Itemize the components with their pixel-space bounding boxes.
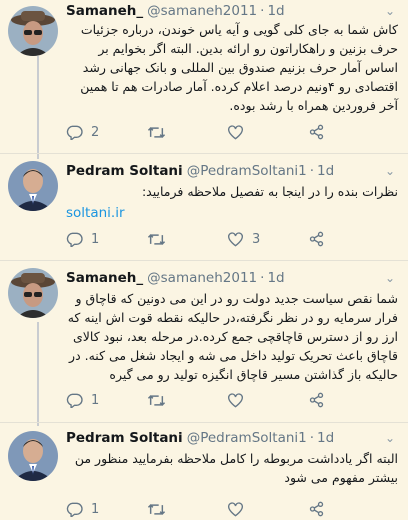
- retweet-button[interactable]: [147, 502, 228, 517]
- tweet[interactable]: Samaneh_ @samaneh2011 · 1d ⌄ کاش شما به …: [0, 0, 408, 153]
- tweet-text: نظرات بنده را در اینجا به تفصیل ملاحظه ف…: [141, 184, 398, 199]
- user-handle[interactable]: @samaneh2011: [147, 270, 257, 286]
- separator-dot: ·: [309, 430, 315, 446]
- like-count: 3: [252, 231, 261, 247]
- separator-dot: ·: [309, 163, 315, 179]
- tweet-text: البته اگر یادداشت مربوطه را کامل ملاحظه …: [74, 451, 398, 485]
- reply-count: 2: [91, 124, 100, 140]
- reply-count: 1: [91, 392, 100, 408]
- reply-icon: [66, 232, 83, 247]
- reply-icon: [66, 502, 83, 517]
- heart-icon: [228, 392, 243, 407]
- share-button[interactable]: [308, 124, 389, 140]
- tweet[interactable]: Pedram Soltani @PedramSoltani1 · 1d ⌄ ال…: [0, 423, 408, 520]
- like-button[interactable]: [227, 501, 308, 517]
- display-name[interactable]: Samaneh_: [66, 3, 143, 19]
- share-button[interactable]: [308, 501, 389, 517]
- display-name[interactable]: Samaneh_: [66, 270, 143, 286]
- separator-dot: ·: [260, 270, 265, 286]
- user-handle[interactable]: @PedramSoltani1: [187, 430, 307, 446]
- retweet-icon: [147, 503, 165, 515]
- chevron-down-icon[interactable]: ⌄: [382, 431, 398, 445]
- chevron-down-icon[interactable]: ⌄: [382, 4, 398, 18]
- share-button[interactable]: [308, 231, 389, 247]
- tweet-text: شما نقص سیاست جدید دولت رو در این می دون…: [67, 291, 398, 382]
- like-button[interactable]: [227, 392, 308, 408]
- reply-button[interactable]: 1: [66, 502, 147, 517]
- reply-button[interactable]: 1: [66, 393, 147, 408]
- avatar[interactable]: [8, 6, 58, 56]
- share-icon: [309, 231, 323, 247]
- chevron-down-icon[interactable]: ⌄: [382, 271, 398, 285]
- reply-icon: [66, 393, 83, 408]
- timestamp[interactable]: 1d: [317, 430, 334, 446]
- separator-dot: ·: [260, 3, 265, 19]
- timestamp[interactable]: 1d: [317, 163, 334, 179]
- avatar[interactable]: [8, 161, 58, 211]
- share-icon: [309, 124, 323, 140]
- reply-button[interactable]: 2: [66, 125, 147, 140]
- timestamp[interactable]: 1d: [267, 270, 284, 286]
- avatar[interactable]: [8, 431, 58, 481]
- share-icon: [309, 501, 323, 517]
- retweet-icon: [147, 394, 165, 406]
- share-button[interactable]: [308, 392, 389, 408]
- retweet-button[interactable]: [147, 393, 228, 408]
- heart-icon: [228, 124, 243, 139]
- tweet[interactable]: Pedram Soltani @PedramSoltani1 · 1d ⌄ نظ…: [0, 154, 408, 260]
- retweet-icon: [147, 126, 165, 138]
- avatar[interactable]: [8, 268, 58, 318]
- like-button[interactable]: [227, 124, 308, 140]
- timestamp[interactable]: 1d: [267, 3, 284, 19]
- display-name[interactable]: Pedram Soltani: [66, 163, 183, 179]
- heart-icon: [228, 501, 243, 516]
- tweet-link[interactable]: soltani.ir: [66, 205, 125, 221]
- retweet-button[interactable]: [147, 125, 228, 140]
- retweet-button[interactable]: [147, 232, 228, 247]
- heart-icon: [228, 231, 243, 246]
- reply-icon: [66, 125, 83, 140]
- tweet-text: کاش شما به جای کلی گویی و آیه یاس خوندن،…: [80, 22, 398, 113]
- display-name[interactable]: Pedram Soltani: [66, 430, 183, 446]
- user-handle[interactable]: @PedramSoltani1: [187, 163, 307, 179]
- share-icon: [309, 392, 323, 408]
- reply-button[interactable]: 1: [66, 232, 147, 247]
- reply-count: 1: [91, 231, 100, 247]
- user-handle[interactable]: @samaneh2011: [147, 3, 257, 19]
- like-button[interactable]: 3: [227, 232, 308, 247]
- tweet[interactable]: Samaneh_ @samaneh2011 · 1d ⌄ شما نقص سیا…: [0, 261, 408, 422]
- retweet-icon: [147, 233, 165, 245]
- reply-count: 1: [91, 501, 100, 517]
- chevron-down-icon[interactable]: ⌄: [382, 164, 398, 178]
